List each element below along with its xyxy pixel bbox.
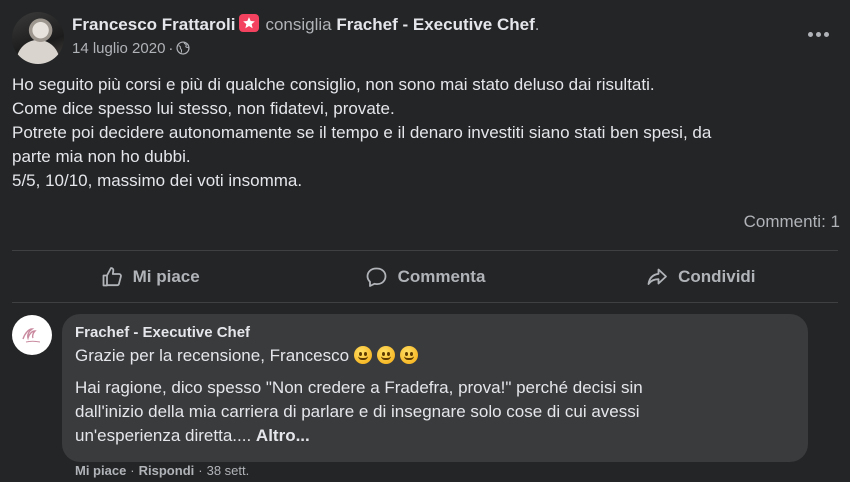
star-badge-icon [239, 14, 260, 32]
smiling-face-icon [354, 346, 373, 364]
speech-bubble-icon [365, 265, 389, 289]
post-body-line: parte mia non ho dubbi. [12, 147, 191, 166]
meta-separator: · [168, 40, 174, 57]
post-header-line: Francesco Frattaroli consiglia Frachef - … [72, 14, 539, 35]
comment-reply-link[interactable]: Rispondi [139, 463, 195, 478]
page-logo-icon [22, 328, 41, 343]
smiling-face-icon [400, 346, 419, 364]
post-body-line: Come dice spesso lui stesso, non fidatev… [12, 99, 395, 118]
comment-label: Commenta [397, 267, 486, 286]
post-body: Ho seguito più corsi e più di qualche co… [12, 73, 838, 193]
comment-age[interactable]: 38 sett. [207, 463, 250, 478]
author-name[interactable]: Francesco Frattaroli [72, 15, 235, 34]
globe-icon[interactable] [176, 41, 190, 59]
smiling-face-icon [377, 346, 396, 364]
see-more-link[interactable]: Altro... [256, 426, 310, 445]
header-end-punct: . [534, 15, 540, 34]
author-avatar[interactable] [12, 12, 64, 64]
comment-text-line: dall'inizio della mia carriera di parlar… [75, 402, 640, 421]
thumbs-up-icon [100, 265, 124, 289]
post-body-line: Potrete poi decidere autonomamente se il… [12, 123, 712, 142]
share-label: Condividi [678, 267, 756, 286]
post-date[interactable]: 14 luglio 2020 [72, 40, 165, 57]
comment-first-line: Grazie per la recensione, Francesco [75, 344, 796, 368]
post-meta: 14 luglio 2020 · [72, 40, 190, 59]
post-body-line: Ho seguito più corsi e più di qualche co… [12, 75, 655, 94]
like-button[interactable]: Mi piace [12, 252, 287, 302]
page-name-link[interactable]: Frachef - Executive Chef [336, 15, 534, 34]
comment-author[interactable]: Frachef - Executive Chef [75, 323, 796, 343]
like-label: Mi piace [132, 267, 200, 286]
more-options-icon[interactable] [804, 26, 832, 42]
divider [12, 250, 838, 251]
meta-dot: · [130, 463, 135, 478]
share-button[interactable]: Condividi [563, 252, 838, 302]
page-avatar[interactable] [12, 315, 52, 355]
recommends-text: consiglia [265, 15, 332, 34]
post-body-line: 5/5, 10/10, massimo dei voti insomma. [12, 171, 303, 190]
comment-text-line: Hai ragione, dico spesso "Non credere a … [75, 378, 643, 397]
comment-meta: Mi piace · Rispondi · 38 sett. [75, 463, 249, 478]
comment-like-link[interactable]: Mi piace [75, 463, 126, 478]
comment-last-line: un'esperienza diretta.... Altro... [75, 424, 796, 448]
comment-count-link[interactable]: Commenti: 1 [744, 212, 840, 232]
divider [12, 302, 838, 303]
comment-bubble: Frachef - Executive Chef Grazie per la r… [62, 314, 808, 462]
post-header: Francesco Frattaroli consiglia Frachef - … [12, 12, 838, 64]
comment-button[interactable]: Commenta [287, 252, 562, 302]
share-arrow-icon [645, 265, 669, 289]
meta-dot: · [198, 463, 203, 478]
comment-text-line: un'esperienza diretta.... [75, 426, 252, 445]
action-bar: Mi piace Commenta Condividi [12, 252, 838, 302]
comment-greeting: Grazie per la recensione, Francesco [75, 346, 350, 365]
